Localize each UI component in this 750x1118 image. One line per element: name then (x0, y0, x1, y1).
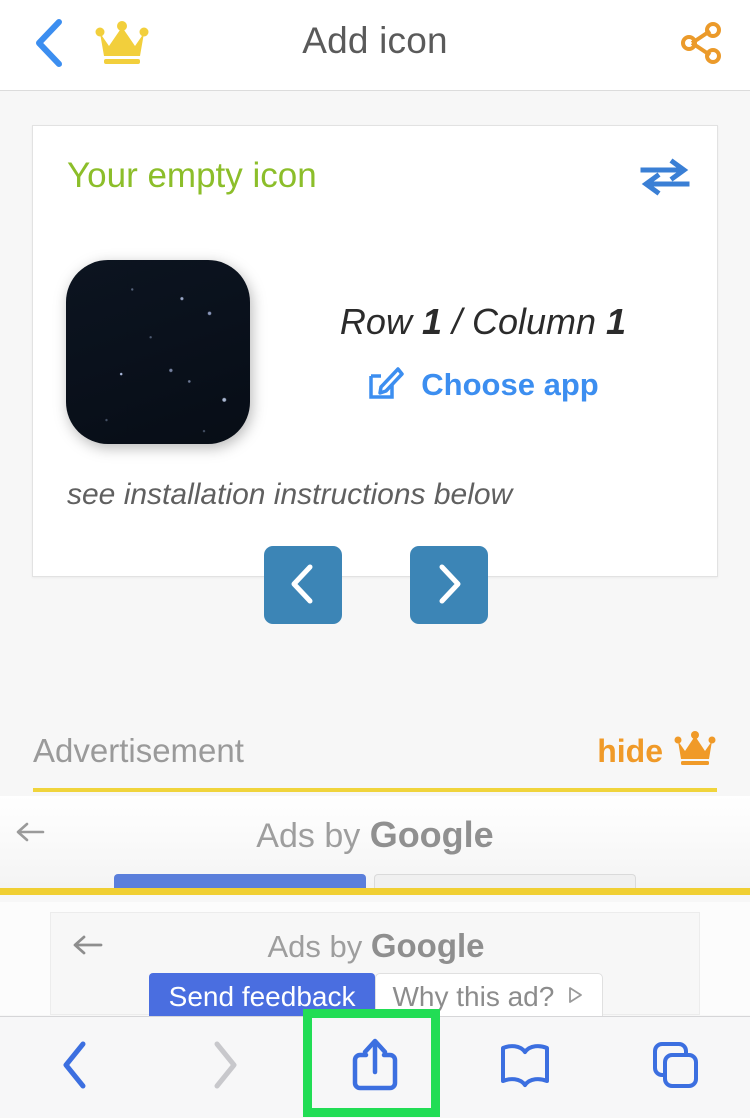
install-instructions-note: see installation instructions below (67, 478, 513, 511)
browser-share-button[interactable] (300, 1017, 450, 1118)
position-row-value: 1 (421, 301, 442, 342)
advertisement-divider (33, 788, 717, 792)
position-row-prefix: Row (339, 301, 422, 342)
why-this-ad-label: Why this ad? (392, 981, 555, 1012)
position-column-value: 1 (606, 301, 627, 342)
ad-slot-buttons (0, 874, 750, 888)
triangle-play-icon (564, 981, 586, 1013)
hide-ads-label: hide (597, 732, 663, 769)
advertisement-label: Advertisement (33, 732, 244, 769)
card-title: Your empty icon (67, 156, 317, 195)
swap-icon-button[interactable] (639, 156, 691, 202)
chevron-left-icon (286, 562, 320, 609)
ad-slot-byline-prefix: Ads by (256, 817, 370, 855)
choose-app-label: Choose app (421, 366, 599, 402)
advertisement-slot[interactable]: Ads by Google (0, 796, 750, 895)
tabs-icon (648, 1038, 702, 1097)
ad-slot-byline: Ads by Google (0, 814, 750, 856)
icon-thumbnail[interactable] (66, 260, 250, 444)
send-feedback-button[interactable]: Send feedback (148, 973, 376, 1021)
ad-overlay-byline-prefix: Ads by (267, 929, 371, 964)
hide-ads-button[interactable]: hide (597, 730, 717, 773)
ad-overlay-byline: Ads by Google (51, 927, 701, 965)
edit-pencil-icon (367, 363, 405, 406)
ad-overlay-buttons: Send feedback Why this ad? (51, 973, 701, 1021)
chevron-right-icon (208, 1039, 242, 1096)
app-header: Add icon (0, 0, 750, 91)
ad-feedback-overlay: Ads by Google Send feedback Why this ad? (0, 902, 750, 1021)
browser-forward-button[interactable] (150, 1017, 300, 1118)
ad-feedback-panel: Ads by Google Send feedback Why this ad? (50, 912, 701, 1021)
header-share-button[interactable] (674, 18, 730, 72)
browser-bookmarks-button[interactable] (450, 1017, 600, 1118)
share-network-icon (679, 20, 725, 71)
position-column-prefix: / Column (441, 301, 607, 342)
chevron-right-icon (432, 562, 466, 609)
browser-toolbar (0, 1016, 750, 1117)
next-icon-button[interactable] (410, 546, 488, 624)
page-title: Add icon (302, 20, 448, 61)
card-navigation (33, 546, 719, 624)
advertisement-header: Advertisement hide (33, 728, 717, 774)
icon-position-label: Row 1 / Column 1 (283, 301, 683, 343)
browser-back-button[interactable] (0, 1017, 150, 1118)
ad-slot-byline-brand: Google (369, 814, 494, 855)
empty-icon-card: Your empty icon Row 1 / Column 1 Choose … (32, 125, 718, 624)
choose-app-button[interactable]: Choose app (283, 363, 683, 406)
share-upload-icon (348, 1034, 402, 1101)
ad-overlay-byline-brand: Google (370, 927, 485, 964)
why-this-ad-button[interactable]: Why this ad? (375, 973, 604, 1021)
swap-arrows-icon (640, 157, 690, 202)
ad-slot-primary-button[interactable] (114, 874, 366, 888)
icon-thumbnail-image (66, 260, 250, 444)
ad-slot-secondary-button[interactable] (374, 874, 636, 888)
book-icon (496, 1040, 554, 1095)
previous-icon-button[interactable] (264, 546, 342, 624)
crown-icon (673, 730, 717, 773)
browser-tabs-button[interactable] (600, 1017, 750, 1118)
chevron-left-icon (58, 1039, 92, 1096)
